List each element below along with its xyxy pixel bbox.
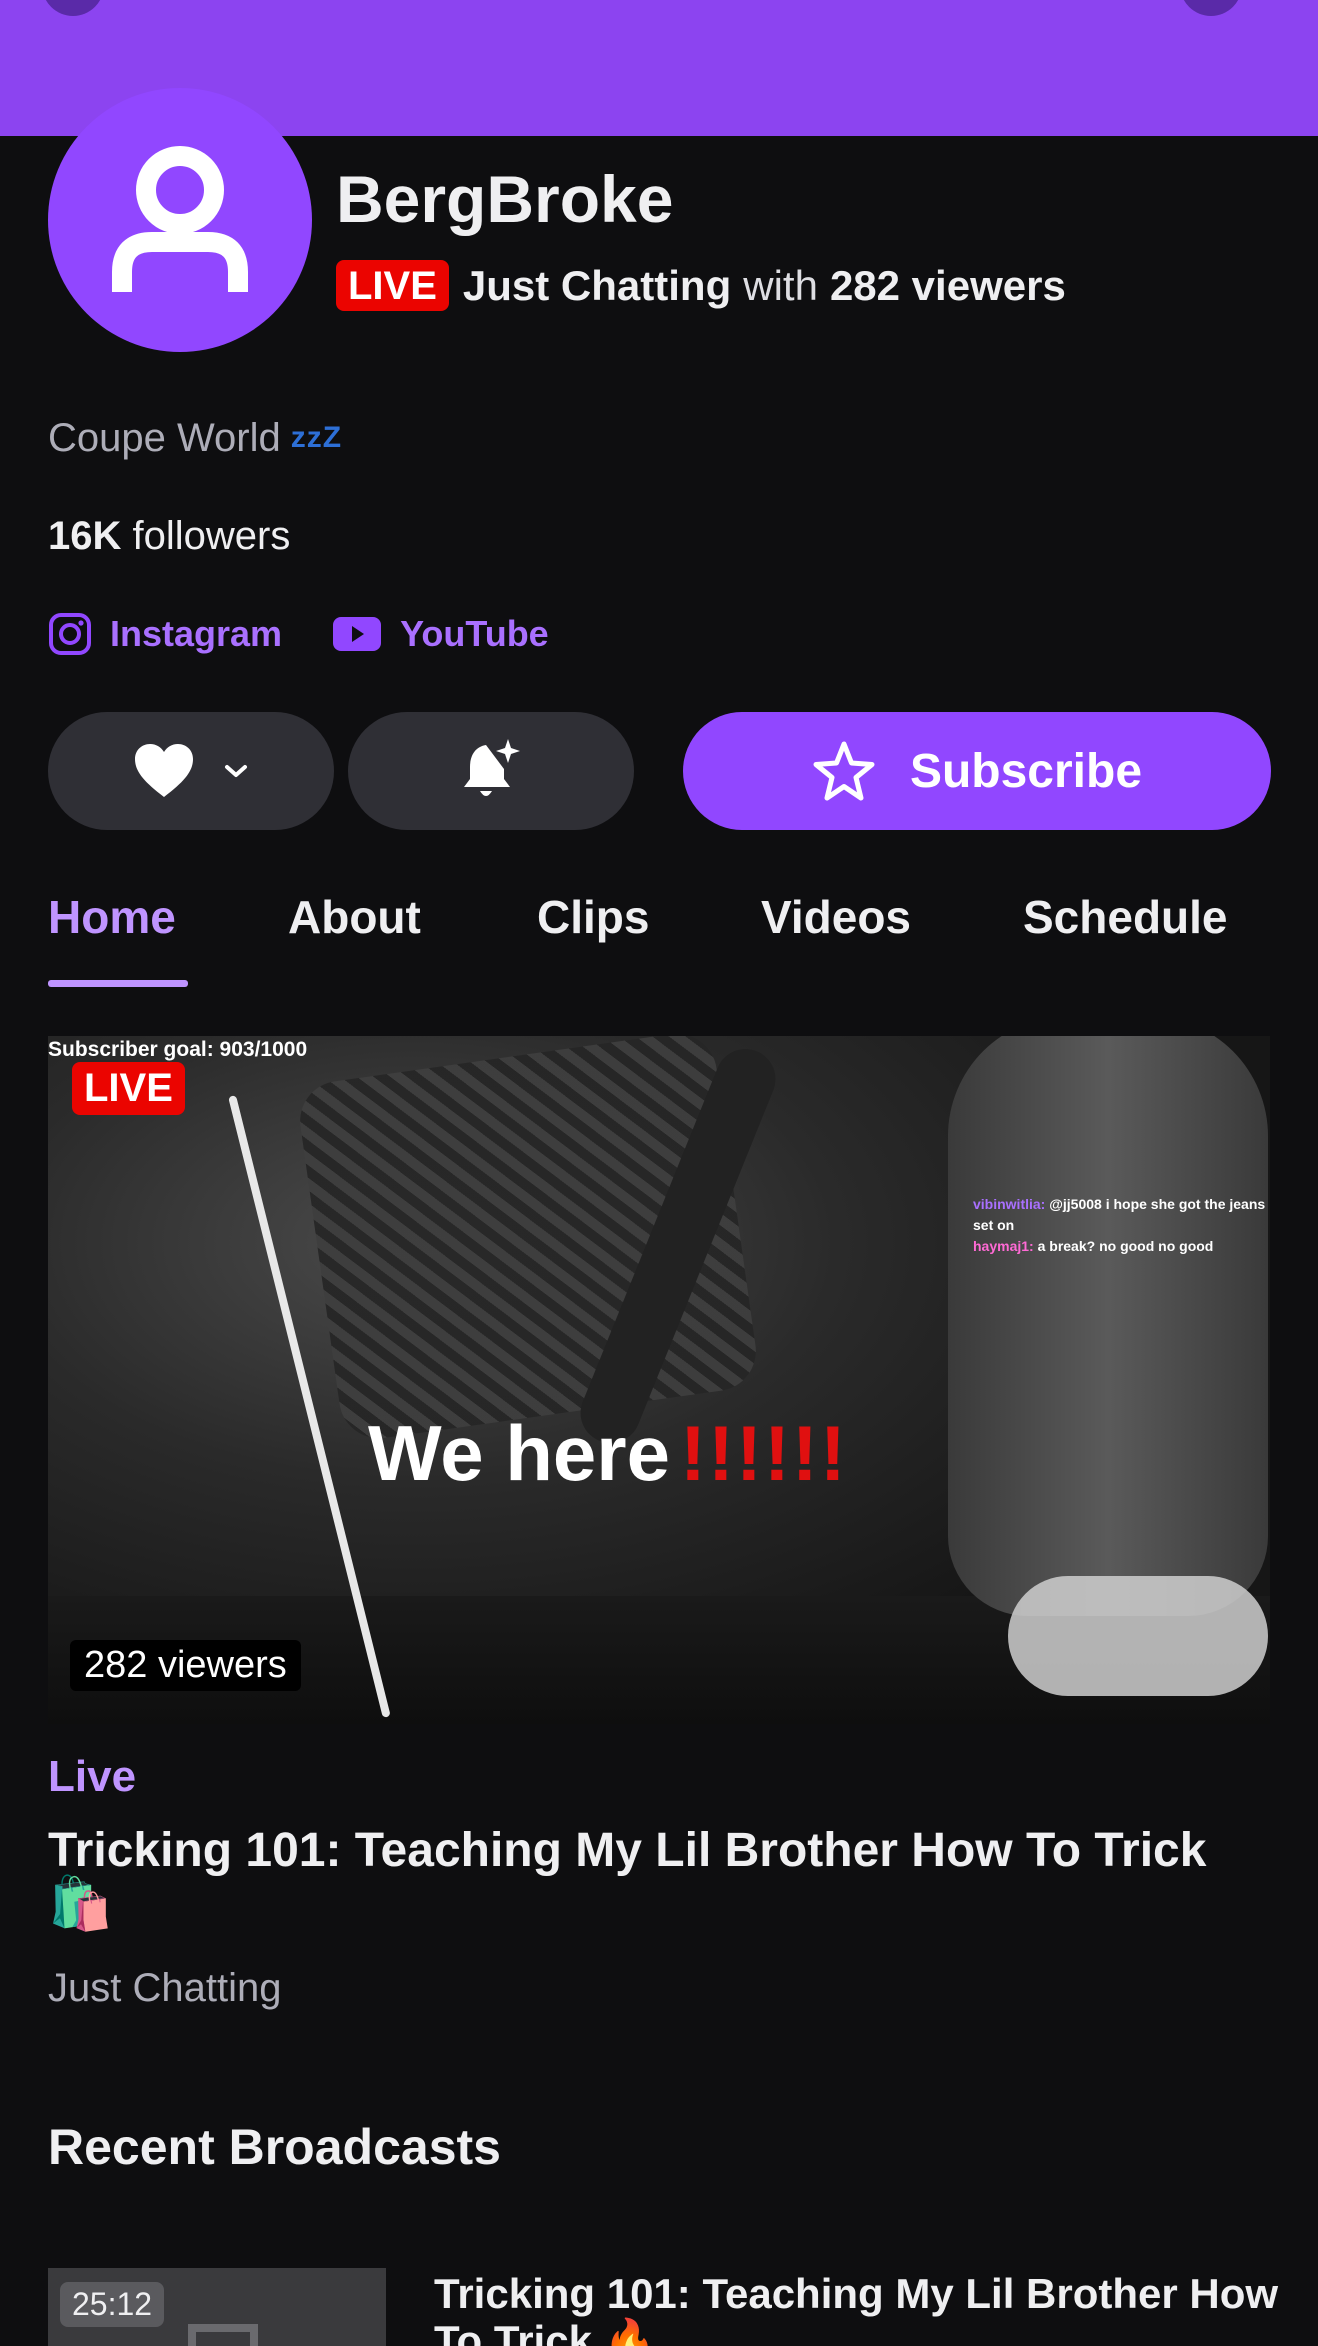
live-badge: LIVE	[336, 260, 449, 311]
chat-overlay: vibinwitlia: @jj5008 i hope she got the …	[973, 1194, 1270, 1257]
video-live-badge: LIVE	[72, 1062, 185, 1115]
stream-title[interactable]: Tricking 101: Teaching My Lil Brother Ho…	[48, 1824, 1288, 1933]
broadcast-thumbnail[interactable]: 25:12	[48, 2268, 386, 2346]
live-video-player[interactable]: Subscriber goal: 903/1000 LIVE vibinwitl…	[48, 1036, 1270, 1724]
chat-text: a break? no good no good	[1037, 1238, 1214, 1254]
subscribe-label: Subscribe	[909, 744, 1143, 798]
instagram-link[interactable]: Instagram	[48, 612, 282, 656]
active-tab-indicator	[48, 980, 188, 987]
shopping-bags-emoji: 🛍️	[48, 1874, 113, 1933]
menu-button[interactable]	[1180, 0, 1242, 16]
bell-icon	[464, 739, 520, 796]
overlay-caption: We here	[368, 1409, 671, 1497]
subscriber-goal: Subscriber goal: 903/1000	[48, 1038, 308, 1061]
tab-clips[interactable]: Clips	[537, 890, 649, 944]
live-status-row: LIVE Just Chatting with 282 viewers	[336, 260, 1066, 311]
video-leg	[948, 1036, 1268, 1616]
tab-schedule[interactable]: Schedule	[1023, 890, 1228, 944]
chat-username: haymaj1:	[973, 1238, 1034, 1254]
sleeping-emoji: zzZ	[290, 421, 343, 454]
stream-category-link[interactable]: Just Chatting	[463, 264, 731, 307]
social-links: Instagram YouTube	[48, 612, 599, 656]
channel-name: BergBroke	[336, 162, 674, 236]
channel-bio: Coupe World zzZ	[48, 416, 342, 461]
stream-title-text: Tricking 101: Teaching My Lil Brother Ho…	[48, 1824, 1207, 1877]
tab-home[interactable]: Home	[48, 890, 176, 944]
youtube-icon	[333, 617, 382, 651]
bio-text: Coupe World	[48, 416, 281, 460]
instagram-label: Instagram	[110, 613, 283, 654]
channel-tabs: Home About Clips Videos Schedule	[48, 890, 1278, 990]
tab-about[interactable]: About	[288, 890, 421, 944]
instagram-icon	[49, 613, 91, 655]
heart-icon	[135, 744, 193, 797]
stream-status-label: Live	[48, 1752, 137, 1801]
back-button[interactable]	[42, 0, 104, 16]
subscribe-button[interactable]: Subscribe	[683, 712, 1271, 830]
chat-username: vibinwitlia:	[973, 1196, 1046, 1212]
chat-message: vibinwitlia: @jj5008 i hope she got the …	[973, 1194, 1270, 1236]
follow-button[interactable]	[48, 712, 334, 830]
notifications-button[interactable]	[348, 712, 634, 830]
youtube-label: YouTube	[400, 613, 549, 654]
video-shoe	[1008, 1576, 1268, 1696]
user-icon	[112, 146, 248, 292]
stream-overlay-text: We here!!!!!!	[368, 1408, 848, 1499]
broadcast-title[interactable]: Tricking 101: Teaching My Lil Brother Ho…	[434, 2270, 1294, 2346]
recent-broadcasts-heading: Recent Broadcasts	[48, 2119, 501, 2175]
followers-label: followers	[132, 514, 291, 558]
stream-category[interactable]: Just Chatting	[48, 1966, 281, 2011]
tab-videos[interactable]: Videos	[761, 890, 911, 944]
viewer-count: 282 viewers	[829, 261, 1066, 309]
overlay-exclamations: !!!!!!	[680, 1409, 848, 1497]
thumbnail-placeholder-icon	[188, 2324, 258, 2346]
video-viewer-count: 282 viewers	[70, 1640, 301, 1691]
star-icon	[813, 741, 875, 801]
with-text: with	[743, 261, 818, 309]
follower-count: 16K followers	[48, 514, 290, 559]
followers-number: 16K	[48, 514, 122, 558]
channel-avatar[interactable]	[48, 88, 312, 352]
chevron-down-icon	[225, 765, 247, 777]
youtube-link[interactable]: YouTube	[332, 613, 549, 655]
broadcast-duration: 25:12	[60, 2282, 165, 2327]
chat-message: haymaj1: a break? no good no good	[973, 1236, 1270, 1257]
